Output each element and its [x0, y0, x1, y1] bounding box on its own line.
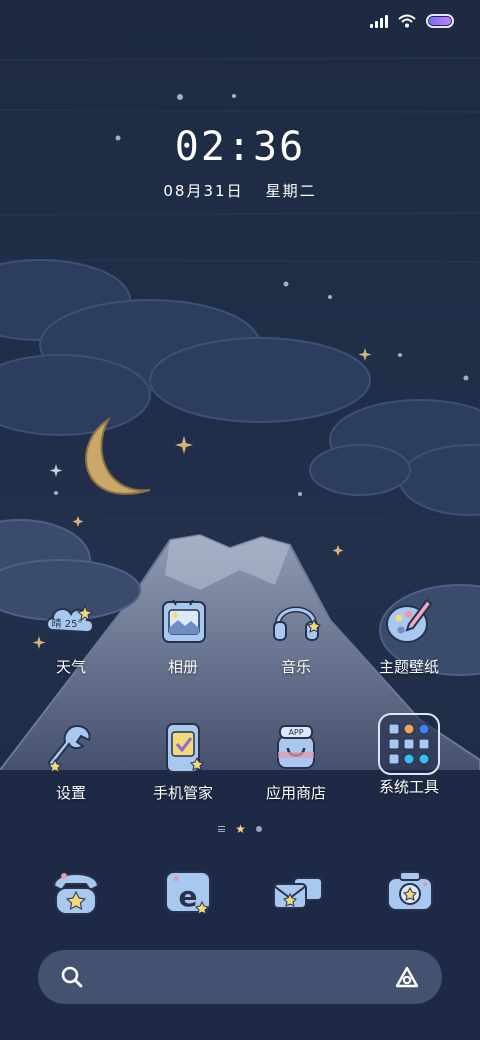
wrench-icon: [47, 724, 91, 773]
assistant-icon[interactable]: [394, 965, 420, 989]
app-store-bag-icon: APP: [277, 725, 315, 769]
photo-album-icon: [162, 599, 206, 643]
page-indicator-menu-icon[interactable]: [218, 826, 226, 832]
headphones-icon: [273, 606, 321, 641]
search-icon[interactable]: [60, 965, 84, 989]
status-bar: [370, 10, 454, 32]
wifi-icon: [398, 14, 416, 28]
app-settings[interactable]: 设置: [16, 718, 126, 803]
folder-system-tools[interactable]: 系统工具: [354, 712, 464, 797]
weather-badge: 晴 25°: [52, 617, 83, 630]
battery-icon: [426, 14, 454, 28]
messages-envelope-icon[interactable]: [268, 862, 328, 922]
page-indicator-dot[interactable]: [255, 826, 262, 832]
app-label: 手机管家: [152, 784, 213, 802]
app-label: 相册: [167, 658, 198, 676]
app-music[interactable]: 音乐: [241, 592, 351, 677]
app-themes[interactable]: 主题壁纸: [354, 592, 464, 677]
signal-bars-icon: [370, 14, 388, 28]
app-label: 设置: [55, 784, 86, 802]
weather-cloud-icon: 晴 25°: [46, 604, 94, 634]
clock-time: 02:36: [174, 124, 306, 170]
phone-shield-icon: [166, 723, 204, 773]
system-tools-folder-icon: [378, 713, 440, 775]
app-label: 天气: [55, 658, 86, 676]
app-store[interactable]: APP 应用商店: [241, 718, 351, 803]
app-store-badge: APP: [288, 728, 303, 737]
app-label: 主题壁纸: [378, 658, 439, 676]
paint-palette-icon: [386, 598, 433, 643]
search-bar[interactable]: [38, 950, 442, 1004]
app-weather[interactable]: 晴 25° 天气: [16, 592, 126, 677]
svg-text:e: e: [179, 880, 198, 913]
date-text: 08月31日: [163, 182, 244, 200]
app-label: 应用商店: [265, 784, 326, 802]
app-album[interactable]: 相册: [128, 592, 238, 677]
app-label: 系统工具: [378, 778, 439, 796]
browser-e-icon[interactable]: e: [158, 862, 218, 922]
camera-icon[interactable]: [380, 862, 440, 922]
app-phone-manager[interactable]: 手机管家: [128, 718, 238, 803]
page-indicator-current-star-icon[interactable]: ★: [235, 823, 246, 835]
telephone-icon[interactable]: [46, 862, 106, 922]
page-indicator: ★: [0, 823, 480, 835]
weekday-text: 星期二: [265, 182, 317, 200]
app-label: 音乐: [280, 658, 311, 676]
date-row: 08月31日 星期二: [0, 180, 480, 201]
